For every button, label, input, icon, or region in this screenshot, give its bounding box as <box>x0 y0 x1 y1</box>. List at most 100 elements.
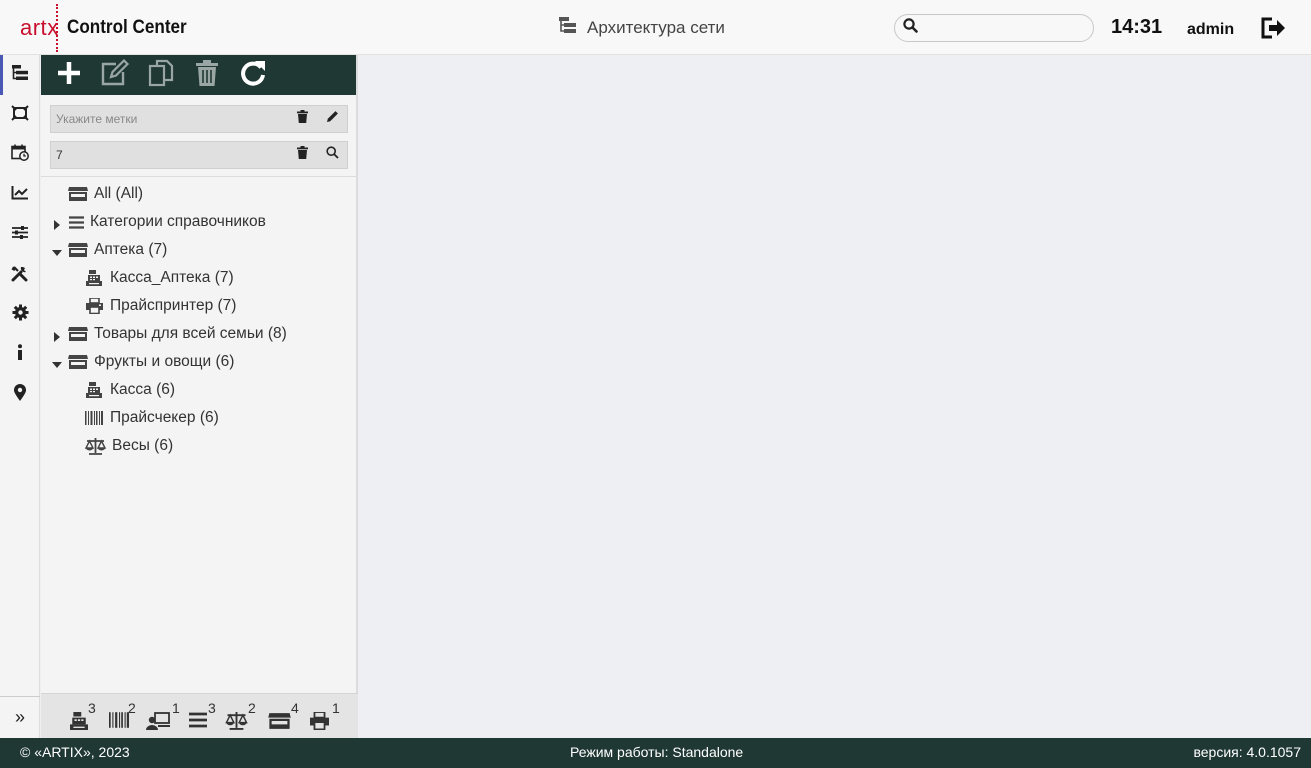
tools-icon <box>11 264 29 287</box>
double-chevron-right-icon: » <box>14 707 25 727</box>
cash-register-icon <box>69 712 89 735</box>
cashier-icon <box>146 712 170 735</box>
list-icon <box>68 213 84 231</box>
nav-devices[interactable] <box>0 95 40 135</box>
counter-printers[interactable]: 1 <box>310 700 350 736</box>
copy-icon <box>148 59 174 92</box>
tree-node-fruits-vegetables[interactable]: Фрукты и овощи (6) <box>41 348 356 376</box>
tree-node-scales[interactable]: Весы (6) <box>41 432 356 460</box>
caret-down-icon[interactable] <box>52 248 62 258</box>
add-button[interactable] <box>55 61 83 89</box>
barcode-icon <box>84 409 104 427</box>
search-input[interactable] <box>924 20 1084 36</box>
counter-price-checkers[interactable]: 2 <box>109 700 149 736</box>
counter-value: 1 <box>332 700 340 716</box>
store-icon <box>268 712 291 735</box>
nav-tools[interactable] <box>0 255 40 295</box>
tree-search-input[interactable] <box>51 148 287 162</box>
network-tree-icon <box>11 64 29 86</box>
network-tree: All (All) Категории справочников Аптека … <box>41 180 356 460</box>
clear-tags-button[interactable] <box>287 106 317 132</box>
cash-register-icon <box>84 269 104 287</box>
printer-icon <box>84 297 104 315</box>
tree-node-label: Категории справочников <box>90 213 266 230</box>
store-icon <box>68 325 88 343</box>
tree-node-family-goods[interactable]: Товары для всей семьи (8) <box>41 320 356 348</box>
scales-icon <box>84 437 106 455</box>
nav-statistics[interactable] <box>0 175 40 215</box>
cash-register-icon <box>84 381 104 399</box>
delete-button[interactable] <box>193 59 221 92</box>
edit-tags-button[interactable] <box>317 106 347 132</box>
tree-node-label: Касса_Аптека (7) <box>110 269 234 286</box>
tree-node-price-checker[interactable]: Прайсчекер (6) <box>41 404 356 432</box>
run-search-button[interactable] <box>317 142 347 168</box>
expand-nav-button[interactable]: » <box>0 696 40 738</box>
tree-node-label: Прайсчекер (6) <box>110 409 219 426</box>
barcode-icon <box>109 712 129 733</box>
trash-icon <box>296 110 308 128</box>
search-box[interactable] <box>894 14 1094 42</box>
tree-node-pharmacy[interactable]: Аптека (7) <box>41 236 356 264</box>
app-logo[interactable]: artx Control Center <box>20 4 200 52</box>
info-icon <box>16 344 24 366</box>
edit-button[interactable] <box>100 58 130 92</box>
app-footer: © «ARTIX», 2023 Режим работы: Standalone… <box>0 738 1311 768</box>
counter-categories[interactable]: 3 <box>189 700 229 736</box>
nav-settings[interactable] <box>0 295 40 335</box>
tree-node-pharmacy-register[interactable]: Касса_Аптека (7) <box>41 264 356 292</box>
tree-node-label: All (All) <box>94 185 144 202</box>
list-icon <box>189 712 207 733</box>
tree-node-all[interactable]: All (All) <box>41 180 356 208</box>
tree-node-directory-categories[interactable]: Категории справочников <box>41 208 356 236</box>
tree-panel: All (All) Категории справочников Аптека … <box>41 55 358 738</box>
counter-value: 2 <box>248 700 256 716</box>
tree-node-pharmacy-price-printer[interactable]: Прайспринтер (7) <box>41 292 356 320</box>
counter-stores[interactable]: 4 <box>268 700 308 736</box>
divider <box>41 176 356 177</box>
user-name[interactable]: admin <box>1187 21 1234 39</box>
delete-icon <box>195 59 219 92</box>
work-mode: Режим работы: Standalone <box>570 744 744 760</box>
clock: 14:31 <box>1111 16 1163 38</box>
scales-icon <box>225 712 248 735</box>
app-header: artx Control Center Архитектура сети 14:… <box>0 0 1311 55</box>
counter-value: 1 <box>172 700 180 716</box>
logo-mark: artx <box>20 15 59 40</box>
nav-info[interactable] <box>0 335 40 375</box>
sliders-icon <box>11 225 29 245</box>
caret-right-icon[interactable] <box>52 220 62 230</box>
tree-toolbar <box>41 55 356 95</box>
counter-cash-registers[interactable]: 3 <box>69 700 109 736</box>
logout-button[interactable] <box>1260 16 1286 45</box>
nav-map[interactable] <box>0 375 40 415</box>
caret-down-icon[interactable] <box>52 360 62 370</box>
clear-search-button[interactable] <box>287 142 317 168</box>
edit-icon <box>100 58 130 92</box>
tree-node-label: Фрукты и овощи (6) <box>94 353 235 370</box>
printer-icon <box>310 711 329 735</box>
caret-right-icon[interactable] <box>52 332 62 342</box>
device-frame-icon <box>11 104 29 126</box>
nav-network-architecture[interactable] <box>0 55 40 95</box>
page-title: Архитектура сети <box>558 16 725 39</box>
left-navigation: » <box>0 55 40 738</box>
tags-input[interactable] <box>51 112 287 126</box>
gear-icon <box>12 304 29 326</box>
counter-value: 3 <box>208 700 216 716</box>
search-icon <box>903 18 918 38</box>
tags-filter <box>50 105 348 133</box>
tree-search-filter <box>50 141 348 169</box>
tree-node-register[interactable]: Касса (6) <box>41 376 356 404</box>
chart-line-icon <box>11 185 29 205</box>
counter-cashiers[interactable]: 1 <box>146 700 186 736</box>
device-counters-bar: 3 2 1 3 2 4 1 <box>41 693 358 738</box>
counter-scales[interactable]: 2 <box>225 700 265 736</box>
copy-button[interactable] <box>147 59 175 92</box>
nav-schedule[interactable] <box>0 135 40 175</box>
refresh-button[interactable] <box>239 60 267 89</box>
trash-icon <box>296 146 308 164</box>
nav-settings-sliders[interactable] <box>0 215 40 255</box>
logo-dotted-line <box>56 4 58 52</box>
pencil-icon <box>326 110 339 128</box>
